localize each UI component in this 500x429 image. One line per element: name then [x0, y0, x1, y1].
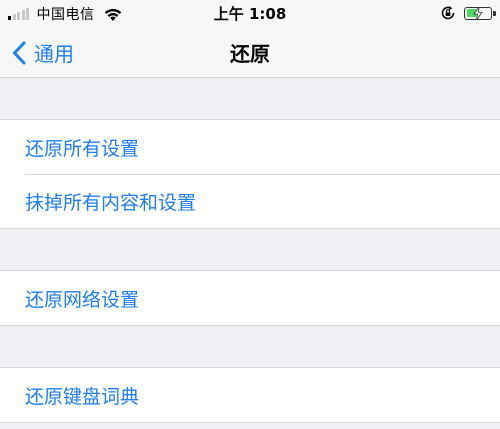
erase-all-content-row[interactable]: 抹掉所有内容和设置: [0, 174, 500, 228]
reset-keyboard-dictionary-row[interactable]: 还原键盘词典: [0, 368, 500, 422]
reset-network-settings-label: 还原网络设置: [25, 288, 140, 311]
charging-bolt-icon: [473, 6, 483, 20]
status-time: 上午 1:08: [213, 5, 287, 23]
reset-all-settings-row[interactable]: 还原所有设置: [0, 120, 500, 174]
status-bar: 中国电信 上午 1:08: [0, 0, 500, 26]
reset-group-1: 还原所有设置 抹掉所有内容和设置: [0, 119, 500, 229]
page-title: 还原: [230, 42, 270, 66]
reset-group-2: 还原网络设置: [0, 270, 500, 326]
reset-all-settings-label: 还原所有设置: [25, 137, 140, 160]
erase-all-content-label: 抹掉所有内容和设置: [25, 191, 197, 214]
navigation-bar: 通用 还原: [0, 26, 500, 78]
rotation-lock-icon: [441, 6, 455, 20]
reset-keyboard-dictionary-label: 还原键盘词典: [25, 385, 140, 408]
battery-charging-icon: [464, 6, 496, 20]
reset-group-3: 还原键盘词典: [0, 367, 500, 423]
screen: 中国电信 上午 1:08 通用 还原 还原所有设置 抹掉所有内容和设置 还原网络…: [0, 0, 500, 429]
reset-network-settings-row[interactable]: 还原网络设置: [0, 271, 500, 325]
status-right: [440, 5, 496, 21]
